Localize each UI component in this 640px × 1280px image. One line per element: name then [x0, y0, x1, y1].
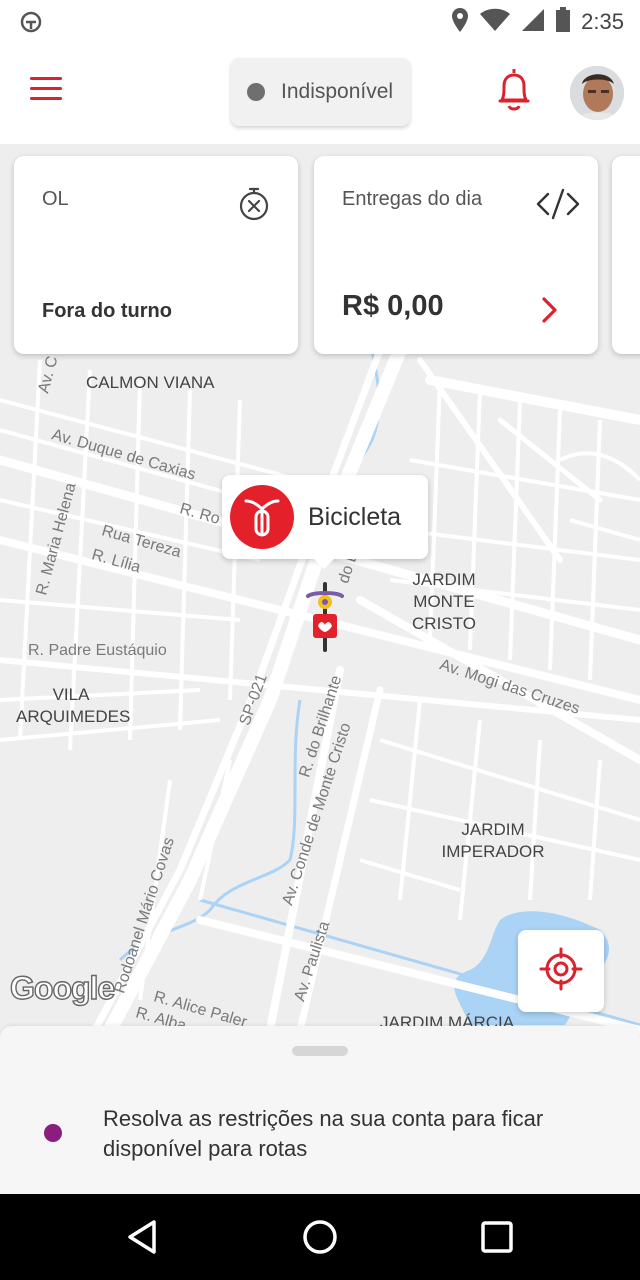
user-avatar[interactable]: [570, 66, 624, 120]
shift-status: Fora do turno: [42, 300, 172, 322]
bicycle-icon: [230, 485, 294, 549]
app-notification-icon: [18, 10, 44, 39]
crosshair-icon: [539, 947, 583, 996]
map-area-label: VILA ARQUIMEDES: [16, 685, 131, 726]
map-area-label: JARDIM IMPERADOR: [441, 820, 545, 861]
clock: 2:35: [581, 9, 624, 34]
availability-label: Indisponível: [281, 80, 394, 103]
card-title: OL: [42, 188, 69, 210]
battery-icon: [555, 6, 571, 38]
shift-card[interactable]: OL Fora do turno: [14, 156, 298, 354]
vehicle-label: Bicicleta: [308, 502, 402, 531]
availability-dot: [247, 83, 265, 101]
vehicle-type-popup[interactable]: Bicicleta: [222, 475, 428, 569]
map-area-label: JARDIM MONTE CRISTO: [412, 570, 476, 633]
hamburger-menu-icon[interactable]: [28, 74, 68, 110]
location-icon: [451, 7, 469, 38]
daily-deliveries-card[interactable]: Entregas do dia R$ 0,00: [314, 156, 598, 354]
restriction-message[interactable]: Resolva as restrições na sua conta para …: [103, 1104, 623, 1164]
wifi-icon: [479, 8, 511, 37]
home-icon[interactable]: [297, 1214, 343, 1260]
map-area-label: CALMON VIANA: [86, 373, 215, 392]
chevron-right-icon[interactable]: [540, 296, 560, 324]
courier-location-marker: [304, 582, 346, 652]
stopwatch-off-icon: [236, 186, 272, 222]
earnings-amount: R$ 0,00: [342, 290, 444, 322]
bell-icon[interactable]: [494, 66, 536, 116]
sheet-drag-handle[interactable]: [292, 1046, 348, 1056]
hidden-value-icon[interactable]: [536, 186, 580, 222]
google-logo: Google: [9, 969, 116, 1006]
recents-icon[interactable]: [474, 1214, 520, 1260]
back-icon[interactable]: [120, 1214, 166, 1260]
app-header: Indisponível: [0, 44, 640, 144]
restriction-indicator: [44, 1124, 62, 1142]
system-navigation-bar: [0, 1194, 640, 1280]
map-street-label: R. Padre Eustáquio: [28, 642, 167, 659]
status-bar: 2:35: [0, 0, 640, 44]
recenter-location-button[interactable]: [518, 930, 604, 1012]
next-card-peek[interactable]: [612, 156, 640, 354]
bottom-sheet[interactable]: Resolva as restrições na sua conta para …: [0, 1026, 640, 1194]
availability-toggle[interactable]: Indisponível: [231, 58, 410, 126]
signal-icon: [521, 8, 545, 37]
card-title: Entregas do dia: [342, 188, 483, 210]
